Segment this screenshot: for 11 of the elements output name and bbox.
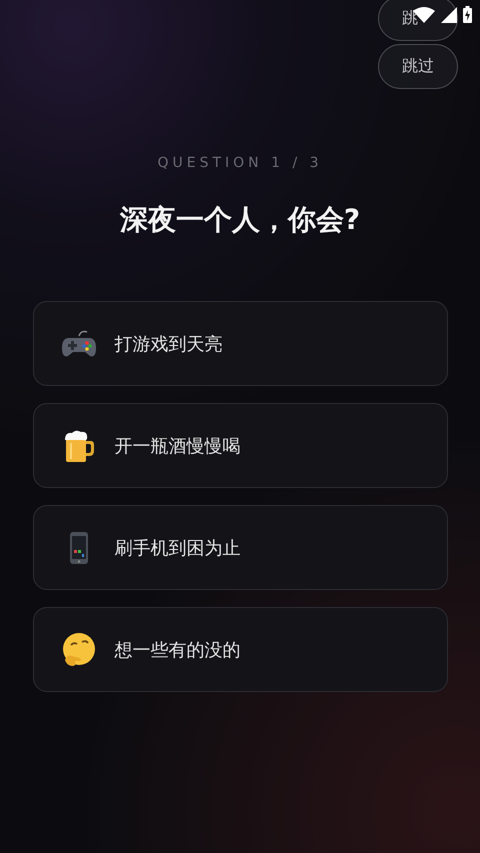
answer-option[interactable]: 想一些有的没的 (32, 607, 448, 692)
thinking-emoji-icon (60, 632, 96, 668)
question-title: 深夜一个人，你会? (120, 202, 360, 238)
skip-button[interactable]: 跳 (378, 0, 458, 41)
answer-option[interactable]: 打游戏到天亮 (32, 301, 448, 386)
answer-option[interactable]: 刷手机到困为止 (32, 505, 448, 590)
battery-icon (463, 6, 472, 23)
signal-icon (441, 6, 457, 22)
answer-option[interactable]: 开一瓶酒慢慢喝 (32, 403, 448, 488)
skip-button[interactable]: 跳过 (378, 44, 458, 89)
question-counter: QUESTION 1 / 3 (157, 155, 323, 171)
